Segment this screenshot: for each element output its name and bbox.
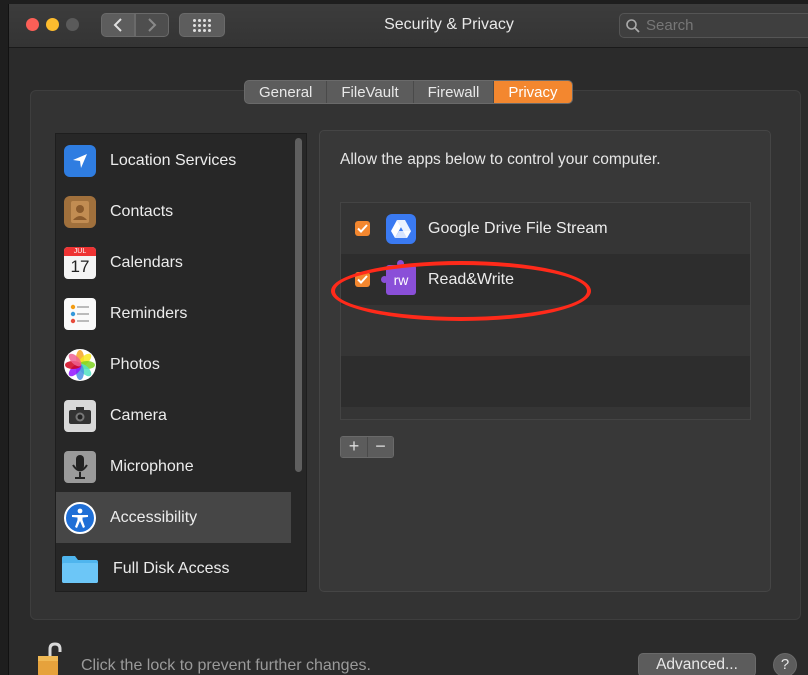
search-placeholder: Search [646, 17, 694, 34]
app-label: Google Drive File Stream [428, 219, 608, 237]
window: Security & Privacy Search General FileVa… [8, 4, 808, 675]
tab-privacy[interactable]: Privacy [494, 81, 572, 103]
chevron-right-icon [148, 18, 157, 32]
sidebar-item-location-services[interactable]: Location Services [56, 135, 291, 186]
sidebar-item-full-disk-access[interactable]: Full Disk Access [56, 543, 291, 591]
sidebar-item-microphone[interactable]: Microphone [56, 441, 291, 492]
photos-flower-icon [64, 348, 96, 381]
add-app-button[interactable]: + [341, 437, 367, 457]
camera-icon [64, 399, 96, 432]
app-row-empty [341, 407, 750, 419]
panel-description: Allow the apps below to control your com… [340, 151, 661, 168]
app-checkbox[interactable] [355, 221, 370, 236]
chevron-left-icon [113, 18, 122, 32]
advanced-button[interactable]: Advanced... [638, 653, 756, 675]
sidebar-item-label: Reminders [110, 304, 188, 322]
checkmark-icon [357, 224, 368, 233]
contacts-book-icon [64, 195, 96, 228]
sidebar-item-label: Microphone [110, 457, 194, 475]
location-arrow-icon [64, 144, 96, 177]
minimize-button[interactable] [46, 18, 59, 31]
accessibility-icon [64, 501, 96, 534]
lock-icon[interactable] [36, 642, 66, 675]
microphone-icon [64, 450, 96, 483]
app-row-google-drive[interactable]: Google Drive File Stream [341, 203, 750, 254]
calendar-icon-day: 17 [70, 257, 90, 276]
folder-icon [61, 553, 99, 585]
forward-button[interactable] [135, 13, 169, 37]
calendar-icon-month: JUL [64, 247, 96, 256]
google-drive-icon [386, 213, 416, 244]
sidebar-item-label: Camera [110, 406, 167, 424]
remove-app-button[interactable]: − [367, 437, 393, 457]
zoom-button[interactable] [66, 18, 79, 31]
calendar-icon: JUL 17 [64, 246, 96, 279]
sidebar-item-camera[interactable]: Camera [56, 390, 291, 441]
show-all-button[interactable] [179, 13, 225, 37]
privacy-category-list: Location Services Contacts JUL 17 Calend… [55, 133, 307, 592]
sidebar-item-reminders[interactable]: Reminders [56, 288, 291, 339]
tab-bar: General FileVault Firewall Privacy [244, 80, 573, 104]
sidebar-scrollbar[interactable] [295, 138, 302, 472]
sidebar-item-calendars[interactable]: JUL 17 Calendars [56, 237, 291, 288]
tab-general[interactable]: General [245, 81, 328, 103]
search-field[interactable]: Search [619, 13, 808, 38]
app-row-empty [341, 356, 750, 407]
window-title: Security & Privacy [384, 16, 514, 33]
sidebar-item-label: Photos [110, 355, 160, 373]
back-button[interactable] [101, 13, 135, 37]
sidebar-item-label: Location Services [110, 151, 237, 169]
sidebar-item-accessibility[interactable]: Accessibility [56, 492, 291, 543]
tab-filevault[interactable]: FileVault [327, 81, 414, 103]
reminders-list-icon [64, 297, 96, 330]
sidebar-item-label: Contacts [110, 202, 174, 220]
grid-icon [193, 18, 211, 32]
highlight-ellipse [331, 261, 591, 321]
help-button[interactable]: ? [773, 653, 797, 675]
sidebar-item-photos[interactable]: Photos [56, 339, 291, 390]
title-bar: Security & Privacy Search [9, 4, 808, 48]
sidebar-item-label: Full Disk Access [113, 559, 230, 577]
search-icon [626, 18, 640, 33]
sidebar-item-label: Calendars [110, 253, 183, 271]
close-button[interactable] [26, 18, 39, 31]
sidebar-item-label: Accessibility [110, 508, 198, 526]
tab-firewall[interactable]: Firewall [414, 81, 495, 103]
lock-status-text: Click the lock to prevent further change… [81, 657, 371, 674]
add-remove-control: + − [340, 436, 394, 458]
sidebar-item-contacts[interactable]: Contacts [56, 186, 291, 237]
